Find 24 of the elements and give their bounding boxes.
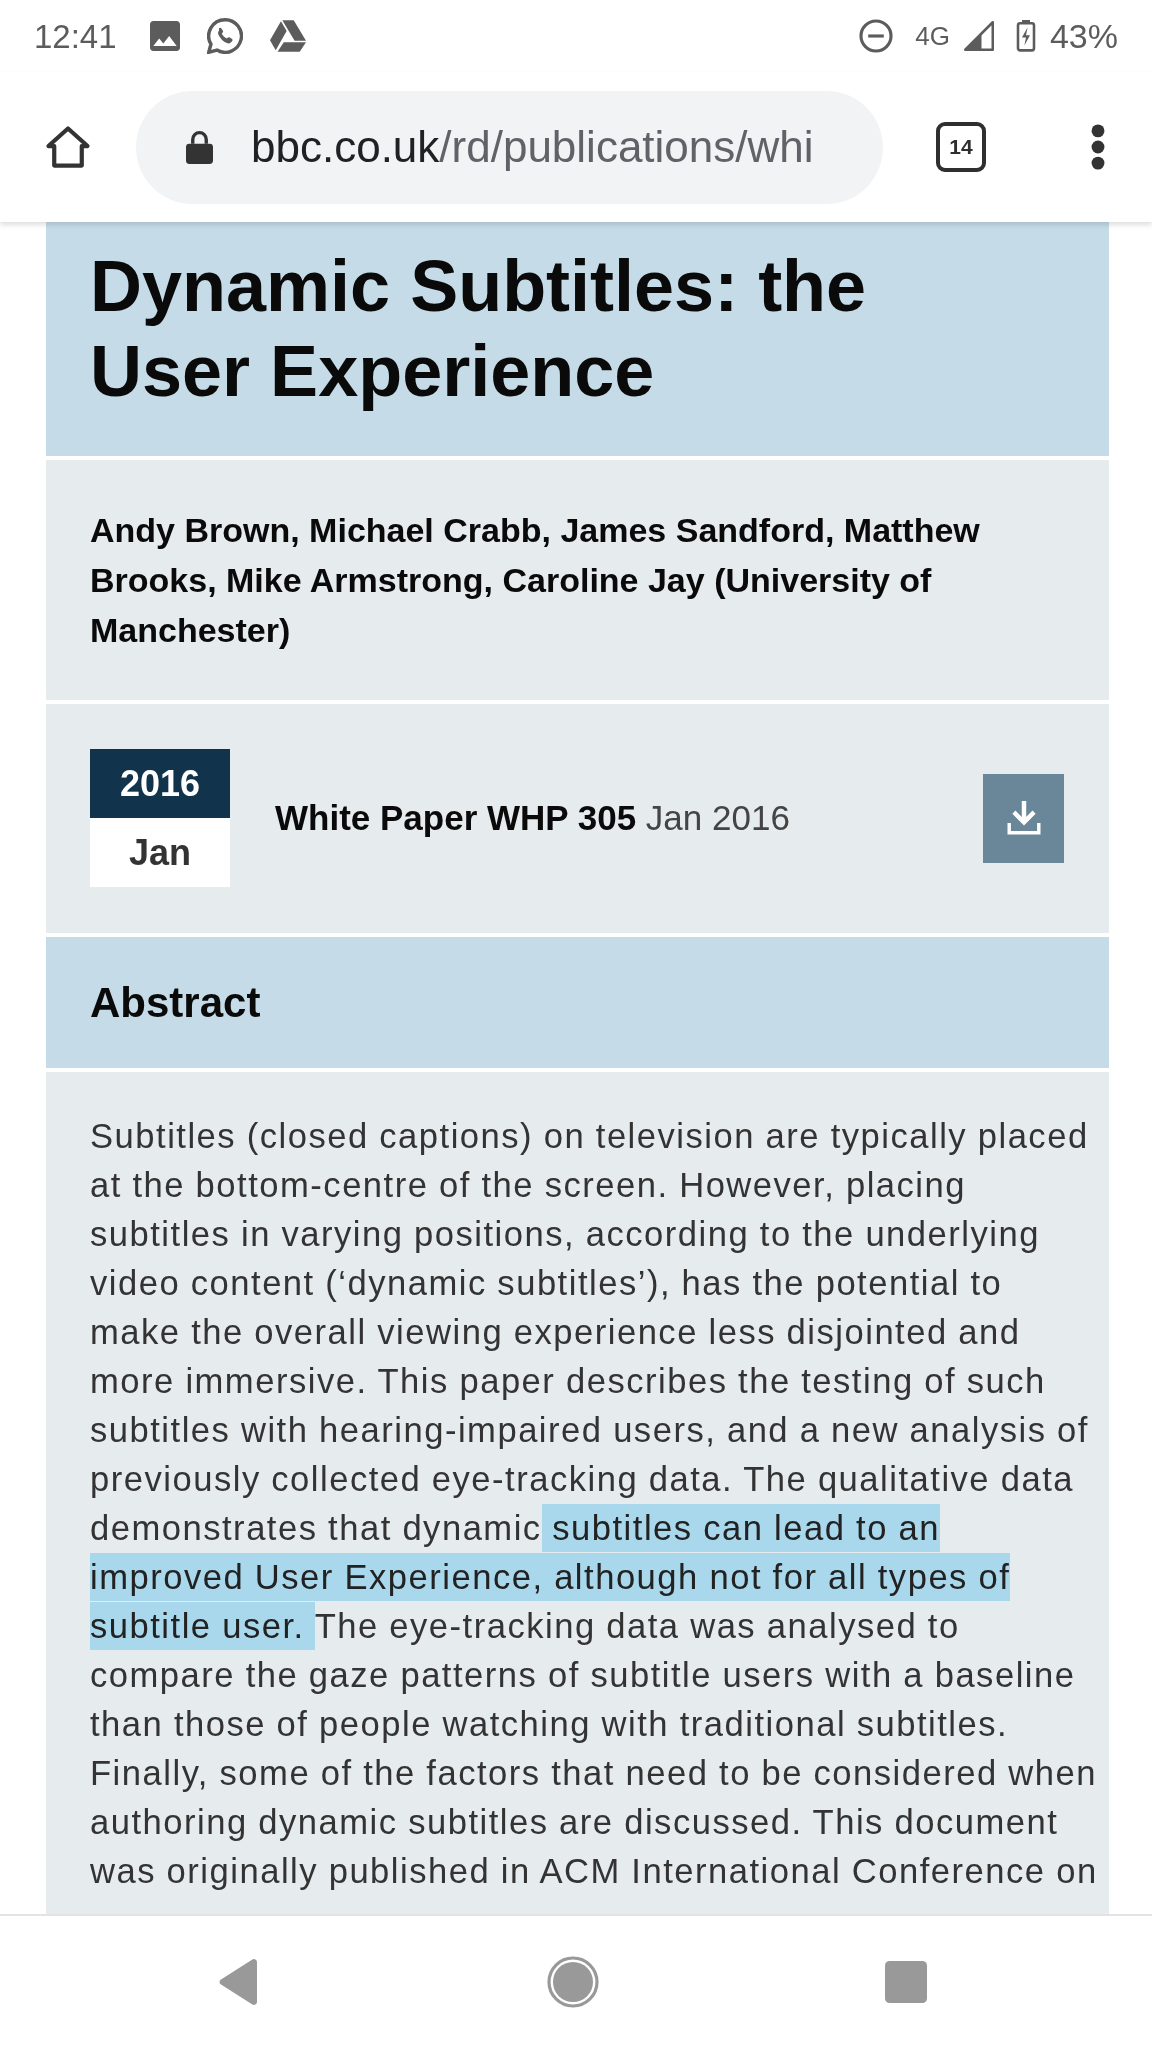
triangle-logo-icon — [269, 20, 306, 52]
menu-icon[interactable] — [1091, 124, 1105, 170]
home-button-icon[interactable] — [547, 1956, 599, 2008]
author-list: Andy Brown, Michael Crabb, James Sandford, Matthew Brooks, Mike Armstrong, Caroline Jay (University of Manchester) — [90, 505, 1075, 655]
status-time: 12:41 — [34, 19, 117, 53]
abstract-text: Subtitles (closed captions) on television are typically placed at the bottom-centre of the screen. However, placing subtitles in varying positions, according to the underlying video content (‘dynamic subtitles’), has the potential to make the overall viewing experience less disjointed and more immersive. This paper describes the testing of such subtitles with hearing-impaired users, and a new analysis of previously collected eye-tracking data. The qualitative data demonstrates that dynamic subtitles can lead to an improved User Experience, although not for all types of subtitle user. The eye-tracking data was analysed to compare the gaze patterns of subtitle users with a baseline than those of people watching with traditional subtitles. Finally, some of the factors that need to be considered when authoring dynamic subtitles are discussed. This document was originally published in ACM International Conference on — [90, 1116, 1099, 1892]
article-title: Dynamic Subtitles: the User Experience — [90, 245, 868, 413]
section-heading: Abstract — [90, 978, 261, 1027]
lock-icon — [186, 130, 213, 164]
battery-charging-icon — [1015, 20, 1036, 52]
download-button[interactable] — [983, 773, 1064, 863]
phone-chat-icon — [206, 18, 243, 54]
signal-icon — [963, 21, 994, 51]
download-icon — [1006, 801, 1041, 835]
tab-switcher-button[interactable]: 14 — [936, 122, 986, 172]
home-icon[interactable] — [45, 125, 91, 169]
date-badge-month: Jan — [90, 818, 230, 887]
do-not-disturb-icon — [859, 19, 894, 53]
network-type-label: 4G — [915, 23, 950, 49]
battery-percentage: 43% — [1049, 19, 1118, 53]
date-badge-year: 2016 — [90, 749, 230, 818]
gallery-icon — [149, 21, 180, 51]
address-bar[interactable]: bbc.co.uk/rd/publications/whi — [136, 90, 883, 204]
publication-info: White Paper WHP 305 Jan 2016 — [275, 798, 791, 838]
